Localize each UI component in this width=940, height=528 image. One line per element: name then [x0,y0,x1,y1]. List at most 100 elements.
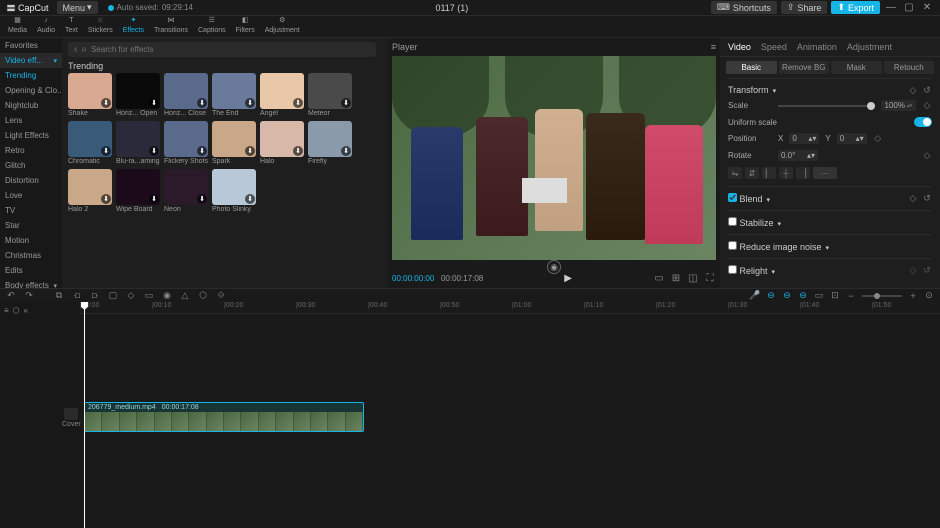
stabilize-section-toggle[interactable]: Stabilize ▾ [728,215,932,230]
fullscreen-icon[interactable]: ⛶ [704,272,716,284]
download-icon[interactable]: ⬇ [245,98,255,108]
redo-button[interactable]: ↷ [24,291,34,301]
download-icon[interactable]: ⬇ [149,194,159,204]
toolbar-filters[interactable]: ◧Filters [232,13,259,35]
props-subtab-mask[interactable]: Mask [831,61,882,74]
toolbar-adjustment[interactable]: ⚙Adjustment [261,13,304,35]
category-love[interactable]: Love [0,188,62,203]
player-marker-button[interactable]: ◉ [547,260,561,274]
link2-button[interactable]: ⊖ [782,291,792,301]
back-icon[interactable]: ‹ [74,44,77,55]
shortcuts-button[interactable]: ⌨ Shortcuts [711,1,777,14]
download-icon[interactable]: ⬇ [197,98,207,108]
download-icon[interactable]: ⬇ [149,98,159,108]
zoom-fit-button[interactable]: ⊙ [924,291,934,301]
mirror-h-icon[interactable]: ⇋ [728,167,742,179]
undo-button[interactable]: ↶ [6,291,16,301]
collapse-icon[interactable]: « [24,306,28,315]
download-icon[interactable]: ⬇ [245,194,255,204]
zoom-in-button[interactable]: + [908,291,918,301]
category-tv[interactable]: TV [0,203,62,218]
freeze-button[interactable]: △ [180,291,190,301]
delete-button[interactable]: ▢ [108,291,118,301]
effect-horiz-close[interactable]: ⬇Horiz... Close [164,73,208,117]
category-video-eff-[interactable]: Video eff...▾ [0,53,62,68]
category-christmas[interactable]: Christmas [0,248,62,263]
keyframe-icon[interactable]: ◇ [873,134,883,144]
minimize-button[interactable]: — [884,1,898,15]
effect-spark[interactable]: ⬇Spark [212,121,256,165]
export-button[interactable]: ⬆ Export [831,1,880,14]
transform-section-toggle[interactable]: Transform ▾ ◇ ↺ [728,83,932,97]
download-icon[interactable]: ⬇ [197,146,207,156]
category-motion[interactable]: Motion [0,233,62,248]
props-subtab-retouch[interactable]: Retouch [884,61,935,74]
props-subtab-remove-bg[interactable]: Remove BG [779,61,830,74]
position-y-input[interactable]: 0▴▾ [837,133,867,144]
category-lens[interactable]: Lens [0,113,62,128]
trim-right-button[interactable]: ⟥ [90,291,100,301]
video-clip[interactable]: 206779_medium.mp4 00:00:17:08 [84,402,364,432]
reduce-noise-checkbox[interactable] [728,241,737,250]
reduce-noise-section-toggle[interactable]: Reduce image noise ▾ [728,239,932,254]
download-icon[interactable]: ⬇ [101,194,111,204]
lock-icon[interactable]: ⬡ [13,306,20,315]
reset-icon[interactable]: ↺ [922,266,932,276]
align-right-icon[interactable]: ▕ [796,167,810,179]
download-icon[interactable]: ⬇ [245,146,255,156]
download-icon[interactable]: ⬇ [101,146,111,156]
timeline-ruler[interactable]: |00:00|00:10|00:20|00:30|00:40|00:50|01:… [80,302,940,314]
timeline-tracks[interactable]: |00:00|00:10|00:20|00:30|00:40|00:50|01:… [80,302,940,528]
split-button[interactable]: ⧉ [54,291,64,301]
relight-checkbox[interactable] [728,265,737,274]
scale-value-input[interactable]: 100%▴▾ [881,100,917,111]
toolbar-transitions[interactable]: ⋈Transitions [150,13,192,35]
share-button[interactable]: ⇪ Share [781,1,828,14]
effects-search[interactable]: ‹ ⌕ [68,42,376,57]
props-tab-speed[interactable]: Speed [761,42,787,52]
rotate-input[interactable]: 0.0°▴▾ [778,150,818,161]
effect-blu-ra-aming[interactable]: ⬇Blu-ra...aming [116,121,160,165]
cover-button[interactable]: Cover [62,408,81,428]
trim-left-button[interactable]: ⟤ [72,291,82,301]
scale-slider[interactable] [778,105,875,107]
effect-the-end[interactable]: ⬇The End [212,73,256,117]
category-glitch[interactable]: Glitch [0,158,62,173]
download-icon[interactable]: ⬇ [149,146,159,156]
effect-firefly[interactable]: ⬇Firefly [308,121,352,165]
compare-icon[interactable]: ◫ [687,272,699,284]
link3-button[interactable]: ⊖ [798,291,808,301]
preview-button[interactable]: ▭ [814,291,824,301]
category-light-effects[interactable]: Light Effects [0,128,62,143]
category-edits[interactable]: Edits [0,263,62,278]
category-body-effects[interactable]: Body effects▾ [0,278,62,288]
effect-shake[interactable]: ⬇Shake [68,73,112,117]
toolbar-text[interactable]: TText [61,13,82,35]
align-left-icon[interactable]: ▏ [762,167,776,179]
reset-icon[interactable]: ↺ [922,85,932,95]
props-tab-video[interactable]: Video [728,42,751,52]
props-tab-animation[interactable]: Animation [797,42,837,52]
category-nightclub[interactable]: Nightclub [0,98,62,113]
mirror-v-icon[interactable]: ⇵ [745,167,759,179]
category-trending[interactable]: Trending [0,68,62,83]
download-icon[interactable]: ⬇ [101,98,111,108]
reverse-button[interactable]: ⬡ [198,291,208,301]
category-favorites[interactable]: Favorites [0,38,62,53]
stabilize-checkbox[interactable] [728,217,737,226]
download-icon[interactable]: ⬇ [293,146,303,156]
player-viewport[interactable]: ◉ [392,56,716,260]
effect-halo-[interactable]: ⬇Halo 2 [68,169,112,213]
ratio-icon[interactable]: ⊞ [670,272,682,284]
mic-button[interactable]: 🎤 [750,291,760,301]
reset-icon[interactable]: ↺ [922,194,932,204]
mirror-button[interactable]: ▭ [144,291,154,301]
tracks-menu-icon[interactable]: ≡ [4,306,9,315]
category-star[interactable]: Star [0,218,62,233]
effect-neon[interactable]: ⬇Neon [164,169,208,213]
close-button[interactable]: ✕ [920,1,934,15]
maximize-button[interactable]: ▢ [902,1,916,15]
category-retro[interactable]: Retro [0,143,62,158]
download-icon[interactable]: ⬇ [293,98,303,108]
zoom-slider[interactable] [862,295,902,297]
